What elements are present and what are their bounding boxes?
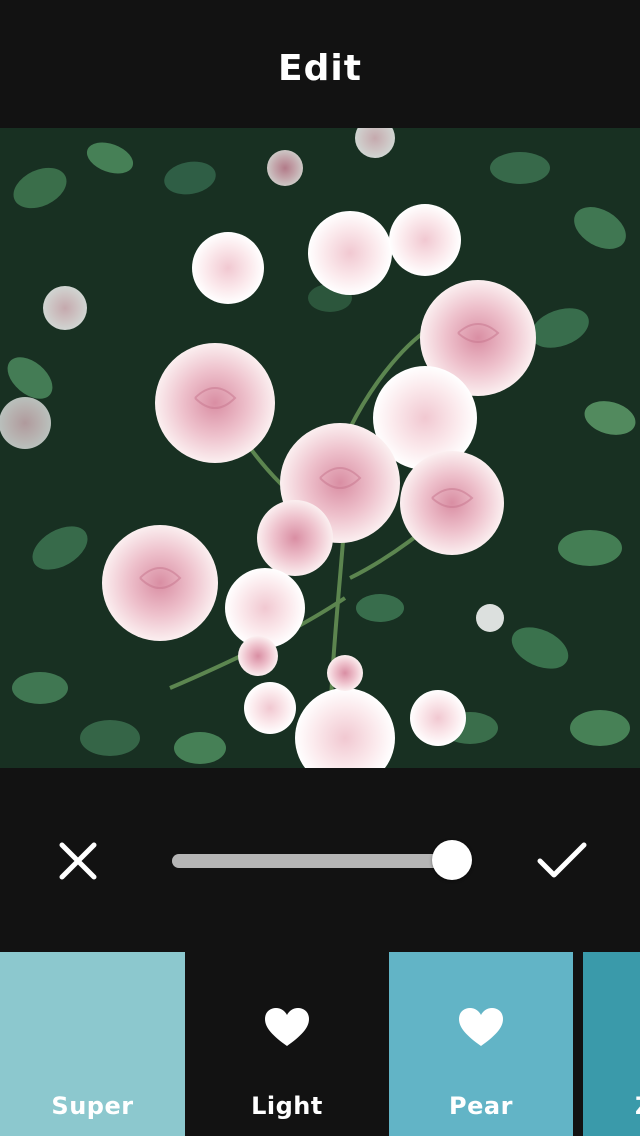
intensity-slider[interactable]	[172, 840, 472, 880]
slider-track	[172, 854, 450, 868]
filter-z[interactable]: Z	[583, 952, 640, 1136]
confirm-button[interactable]	[532, 831, 592, 891]
photo-preview	[0, 128, 640, 768]
filter-label: Z	[635, 1092, 640, 1120]
slider-thumb[interactable]	[432, 840, 472, 880]
filter-super[interactable]: Super	[0, 952, 185, 1136]
checkmark-icon	[537, 842, 587, 878]
edit-screen: Edit Super Light Pear	[0, 0, 640, 1136]
filter-strip[interactable]: Super Light Pear Z	[0, 952, 640, 1136]
close-icon	[59, 842, 97, 880]
filter-label: Super	[51, 1092, 134, 1120]
cancel-button[interactable]	[48, 831, 108, 891]
slider-fill	[172, 854, 450, 868]
heart-icon	[265, 1008, 309, 1046]
filter-label: Pear	[449, 1092, 513, 1120]
heart-icon	[459, 1008, 503, 1046]
rose-bush-image	[0, 128, 640, 768]
filter-pear[interactable]: Pear	[389, 952, 573, 1136]
filter-light[interactable]: Light	[189, 952, 385, 1136]
adjustment-controls	[0, 768, 640, 952]
page-title: Edit	[278, 47, 362, 89]
filter-label: Light	[251, 1092, 323, 1120]
header-bar: Edit	[0, 0, 640, 128]
